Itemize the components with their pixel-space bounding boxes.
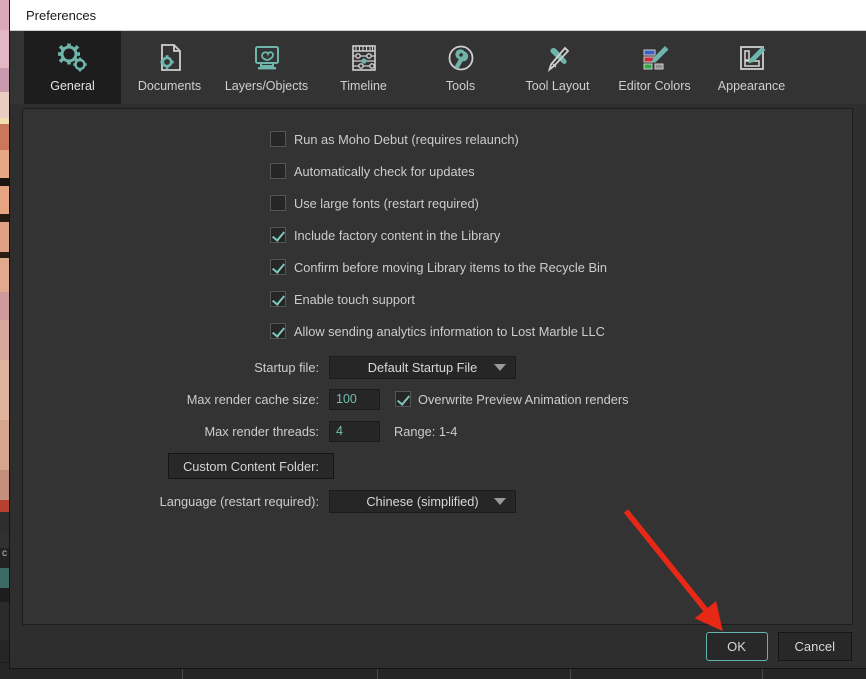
chevron-down-icon <box>494 364 506 371</box>
checkbox-row-allow-analytics[interactable]: Allow sending analytics information to L… <box>23 315 852 347</box>
tab-tools[interactable]: Tools <box>412 31 509 104</box>
row-max-render-threads: Max render threads: 4 Range: 1-4 <box>23 415 852 447</box>
wrench-circle-icon <box>444 38 478 78</box>
row-custom-content-folder: Custom Content Folder: <box>23 447 852 485</box>
label-startup-file: Startup file: <box>23 360 329 375</box>
checkbox-label-enable-touch-support: Enable touch support <box>294 292 415 307</box>
color-swatch-icon <box>638 38 672 78</box>
checkbox-label-overwrite-preview-renders: Overwrite Preview Animation renders <box>418 392 629 407</box>
input-max-render-threads[interactable]: 4 <box>329 421 380 442</box>
tab-general-label: General <box>50 79 94 93</box>
layers-monitor-icon <box>250 38 284 78</box>
ok-button[interactable]: OK <box>706 632 768 661</box>
timeline-icon <box>347 38 381 78</box>
backdrop-left-mark: c <box>2 548 7 559</box>
checkbox-row-run-as-moho-debut[interactable]: Run as Moho Debut (requires relaunch) <box>23 123 852 155</box>
dropdown-startup-file-value: Default Startup File <box>368 360 478 375</box>
checkbox-label-run-as-moho-debut: Run as Moho Debut (requires relaunch) <box>294 132 519 147</box>
dropdown-startup-file[interactable]: Default Startup File <box>329 356 516 379</box>
general-settings-panel: Run as Moho Debut (requires relaunch) Au… <box>22 108 853 625</box>
dropdown-language-value: Chinese (simplified) <box>366 494 478 509</box>
preferences-dialog: Preferences <box>10 0 866 668</box>
tab-appearance[interactable]: Appearance <box>703 31 800 104</box>
tab-timeline-label: Timeline <box>340 79 387 93</box>
checkbox-use-large-fonts[interactable] <box>270 195 286 211</box>
dialog-footer: OK Cancel <box>10 625 866 668</box>
checkbox-label-include-factory-content: Include factory content in the Library <box>294 228 500 243</box>
text-render-threads-range: Range: 1-4 <box>394 424 457 439</box>
document-gear-icon <box>153 38 187 78</box>
input-max-render-cache-size[interactable]: 100 <box>329 389 380 410</box>
checkbox-label-use-large-fonts: Use large fonts (restart required) <box>294 196 479 211</box>
row-language: Language (restart required): Chinese (si… <box>23 485 852 517</box>
checkbox-label-auto-check-updates: Automatically check for updates <box>294 164 475 179</box>
dialog-title-bar: Preferences <box>10 0 866 31</box>
tab-tool-layout-label: Tool Layout <box>526 79 590 93</box>
checkbox-label-confirm-recycle-bin: Confirm before moving Library items to t… <box>294 260 607 275</box>
tab-editor-colors-label: Editor Colors <box>618 79 690 93</box>
checkbox-row-enable-touch-support[interactable]: Enable touch support <box>23 283 852 315</box>
dialog-title: Preferences <box>26 8 96 23</box>
checkbox-enable-touch-support[interactable] <box>270 291 286 307</box>
checkbox-row-use-large-fonts[interactable]: Use large fonts (restart required) <box>23 187 852 219</box>
tools-cross-icon <box>541 38 575 78</box>
checkbox-row-confirm-recycle-bin[interactable]: Confirm before moving Library items to t… <box>23 251 852 283</box>
checkbox-label-allow-analytics: Allow sending analytics information to L… <box>294 324 605 339</box>
checkbox-allow-analytics[interactable] <box>270 323 286 339</box>
tab-tool-layout[interactable]: Tool Layout <box>509 31 606 104</box>
row-startup-file: Startup file: Default Startup File <box>23 351 852 383</box>
checkbox-row-auto-check-updates[interactable]: Automatically check for updates <box>23 155 852 187</box>
label-max-render-threads: Max render threads: <box>23 424 329 439</box>
checkbox-include-factory-content[interactable] <box>270 227 286 243</box>
tab-documents-label: Documents <box>138 79 201 93</box>
tab-editor-colors[interactable]: Editor Colors <box>606 31 703 104</box>
tab-layers-objects-label: Layers/Objects <box>225 79 308 93</box>
appearance-icon <box>735 38 769 78</box>
label-language: Language (restart required): <box>23 494 329 509</box>
preferences-tab-strip: General Documents <box>10 31 866 104</box>
row-max-render-cache-size: Max render cache size: 100 Overwrite Pre… <box>23 383 852 415</box>
general-form: Run as Moho Debut (requires relaunch) Au… <box>23 109 852 517</box>
checkbox-run-as-moho-debut[interactable] <box>270 131 286 147</box>
tab-appearance-label: Appearance <box>718 79 785 93</box>
custom-content-folder-button[interactable]: Custom Content Folder: <box>168 453 334 479</box>
label-max-render-cache-size: Max render cache size: <box>23 392 329 407</box>
tab-tools-label: Tools <box>446 79 475 93</box>
cancel-button[interactable]: Cancel <box>778 632 852 661</box>
tab-timeline[interactable]: Timeline <box>315 31 412 104</box>
gears-icon <box>55 38 91 78</box>
checkbox-overwrite-preview-renders[interactable] <box>395 391 411 407</box>
tab-documents[interactable]: Documents <box>121 31 218 104</box>
tab-layers-objects[interactable]: Layers/Objects <box>218 31 315 104</box>
dropdown-language[interactable]: Chinese (simplified) <box>329 490 516 513</box>
checkbox-auto-check-updates[interactable] <box>270 163 286 179</box>
checkbox-confirm-recycle-bin[interactable] <box>270 259 286 275</box>
tab-general[interactable]: General <box>24 31 121 104</box>
checkbox-row-include-factory-content[interactable]: Include factory content in the Library <box>23 219 852 251</box>
chevron-down-icon <box>494 498 506 505</box>
